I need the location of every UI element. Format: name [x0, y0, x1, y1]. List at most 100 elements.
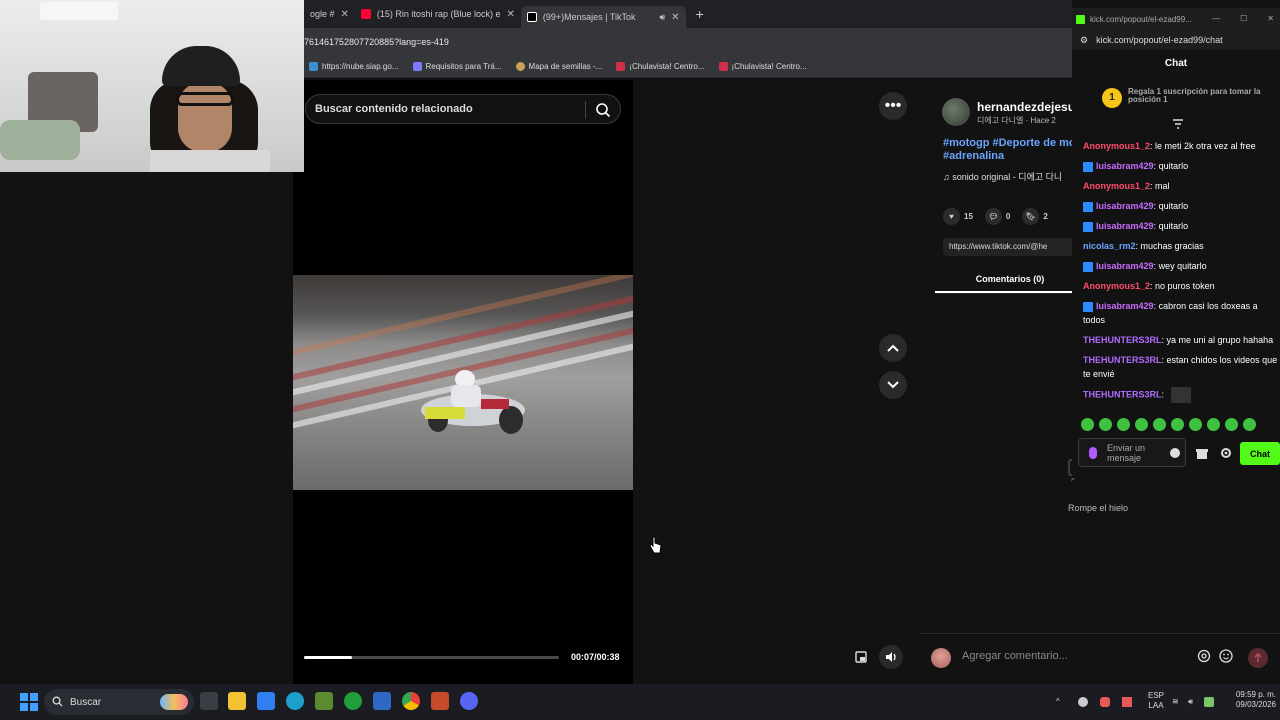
video-player[interactable]: Buscar contenido relacionado 00:07/00:38 — [293, 80, 633, 684]
bookmark-item[interactable]: ¡Chulavista! Centro... — [616, 62, 705, 71]
chrome-icon[interactable] — [402, 692, 420, 710]
edge-icon[interactable] — [286, 692, 304, 710]
volume-button[interactable] — [879, 645, 903, 669]
chat-username[interactable]: THEHUNTERS3RL — [1083, 335, 1162, 345]
settings-icon[interactable] — [1219, 446, 1233, 460]
chat-username[interactable]: luisabram429 — [1096, 261, 1154, 271]
tab-comments[interactable]: Comentarios (0) — [935, 266, 1085, 293]
address-bar[interactable]: 761461752807720885?lang=es-419 — [304, 28, 1072, 56]
onedrive-icon[interactable] — [1078, 697, 1088, 707]
chat-username[interactable]: nicolas_rm2 — [1083, 241, 1136, 251]
bookmark-item[interactable]: https://nube.siap.go... — [309, 62, 399, 71]
sub-gift-promo[interactable]: 1 Regala 1 suscripción para tomar la pos… — [1102, 88, 1262, 108]
task-view-icon[interactable] — [200, 692, 218, 710]
outlook-icon[interactable] — [373, 692, 391, 710]
chevron-up-icon[interactable]: ^ — [1056, 697, 1066, 707]
microphone-icon[interactable] — [1089, 446, 1097, 459]
send-comment-button[interactable] — [1248, 648, 1268, 668]
emoji-icon[interactable] — [1170, 448, 1180, 458]
floating-player-button[interactable] — [849, 645, 873, 669]
maximize-button[interactable]: ☐ — [1240, 14, 1247, 23]
microphone-tray-icon[interactable] — [1100, 697, 1110, 707]
bookmark-item[interactable]: Requisitos para Trá... — [412, 62, 502, 71]
mention-icon[interactable] — [1197, 649, 1211, 663]
chat-username[interactable]: Anonymous1_2 — [1083, 141, 1150, 151]
chat-message: THEHUNTERS3RL: ya me uni al grupo hahaha — [1083, 335, 1274, 345]
chat-username[interactable]: luisabram429 — [1096, 301, 1154, 311]
previous-video-button[interactable] — [879, 334, 907, 362]
emoji-icon[interactable] — [1219, 649, 1233, 663]
taskbar-search[interactable]: Buscar — [44, 689, 194, 715]
chat-username[interactable]: THEHUNTERS3RL — [1083, 355, 1162, 365]
chat-username[interactable]: Anonymous1_2 — [1083, 181, 1150, 191]
left-empty-pane — [0, 172, 293, 684]
site-settings-icon[interactable]: ⚙︎ — [1080, 35, 1088, 46]
kick-logo-icon — [1076, 14, 1085, 24]
kick-url-bar[interactable]: ⚙︎ kick.com/popout/el-ezad99/chat — [1072, 30, 1280, 50]
input-language[interactable]: ESP LAA — [1146, 691, 1166, 711]
microsoft-store-icon[interactable] — [257, 692, 275, 710]
video-progress-bar[interactable] — [304, 656, 559, 659]
chat-username[interactable]: Anonymous1_2 — [1083, 281, 1150, 291]
emote-icon[interactable] — [1153, 418, 1166, 431]
tray-app-icon[interactable] — [1122, 697, 1132, 707]
capcut-icon[interactable] — [431, 692, 449, 710]
chat-username[interactable]: THEHUNTERS3RL — [1083, 389, 1162, 399]
author-username[interactable]: hernandezdejesu — [977, 100, 1075, 114]
emote-bar — [1081, 418, 1256, 431]
close-icon[interactable]: ✕ — [671, 12, 679, 23]
chat-message-input[interactable]: Enviar un mensaje — [1078, 438, 1186, 467]
comment-button[interactable]: 💬︎ 0 — [984, 208, 1010, 225]
close-button[interactable]: ✕ — [1267, 14, 1274, 23]
tab-youtube[interactable]: (15) Rin itoshi rap (Blue lock) e ✕ — [355, 3, 521, 25]
next-video-button[interactable] — [879, 371, 907, 399]
wifi-icon[interactable]: ≋ — [1172, 697, 1182, 707]
tab-tiktok[interactable]: (99+)Mensajes | TikTok 🔊︎ ✕ — [520, 6, 686, 28]
emote-icon[interactable] — [1135, 418, 1148, 431]
related-search-input[interactable]: Buscar contenido relacionado — [305, 94, 621, 124]
bookmark-item[interactable]: Mapa de semillas -... — [515, 62, 602, 71]
chat-username[interactable]: luisabram429 — [1096, 221, 1154, 231]
filter-icon[interactable] — [1172, 119, 1184, 129]
copy-link-field[interactable]: https://www.tiktok.com/@he — [943, 238, 1083, 256]
emote-icon[interactable] — [1099, 418, 1112, 431]
comment-input[interactable]: Agregar comentario... — [962, 650, 1068, 662]
emote-icon[interactable] — [1243, 418, 1256, 431]
image-thumbnail-icon[interactable] — [1170, 387, 1191, 403]
save-button[interactable]: 🔖︎ 2 — [1022, 208, 1048, 225]
chat-username[interactable]: luisabram429 — [1096, 161, 1154, 171]
discord-icon[interactable] — [460, 692, 478, 710]
close-icon[interactable]: ✕ — [341, 9, 349, 20]
post-sound[interactable]: ♫ sonido original - 디에고 다니 — [943, 170, 1062, 183]
more-options-button[interactable]: ••• — [879, 92, 907, 120]
minecraft-icon[interactable] — [315, 692, 333, 710]
store-icon[interactable] — [1195, 446, 1209, 460]
speaker-icon[interactable]: 🔊︎ — [660, 12, 666, 23]
file-explorer-icon[interactable] — [228, 692, 246, 710]
volume-icon[interactable]: 🔊︎ — [1188, 697, 1198, 707]
windows-start-icon[interactable] — [20, 693, 38, 711]
emote-icon[interactable] — [1207, 418, 1220, 431]
xbox-icon[interactable] — [344, 692, 362, 710]
like-button[interactable]: ♥ 15 — [943, 208, 973, 225]
system-clock[interactable]: 09:59 p. m. 09/03/2026 — [1226, 690, 1276, 710]
emote-icon[interactable] — [1081, 418, 1094, 431]
tab-google[interactable]: ogle # ✕ — [304, 3, 355, 25]
video-frame[interactable] — [293, 275, 633, 490]
new-tab-button[interactable]: + — [696, 6, 704, 22]
comment-composer: Agregar comentario... — [920, 633, 1280, 684]
close-icon[interactable]: ✕ — [506, 9, 514, 20]
minimize-button[interactable]: — — [1212, 14, 1220, 23]
bookmark-item[interactable]: ¡Chulavista! Centro... — [718, 62, 807, 71]
emote-icon[interactable] — [1189, 418, 1202, 431]
emote-icon[interactable] — [1117, 418, 1130, 431]
send-chat-button[interactable]: Chat — [1240, 442, 1280, 465]
search-icon[interactable] — [595, 102, 611, 118]
post-hashtags[interactable]: #motogp #Deporte de mo #adrenalina — [943, 137, 1083, 163]
emote-icon[interactable] — [1171, 418, 1184, 431]
author-avatar[interactable] — [942, 98, 970, 126]
chat-username[interactable]: luisabram429 — [1096, 201, 1154, 211]
battery-icon[interactable] — [1204, 697, 1214, 707]
volume-icon — [886, 652, 896, 662]
emote-icon[interactable] — [1225, 418, 1238, 431]
